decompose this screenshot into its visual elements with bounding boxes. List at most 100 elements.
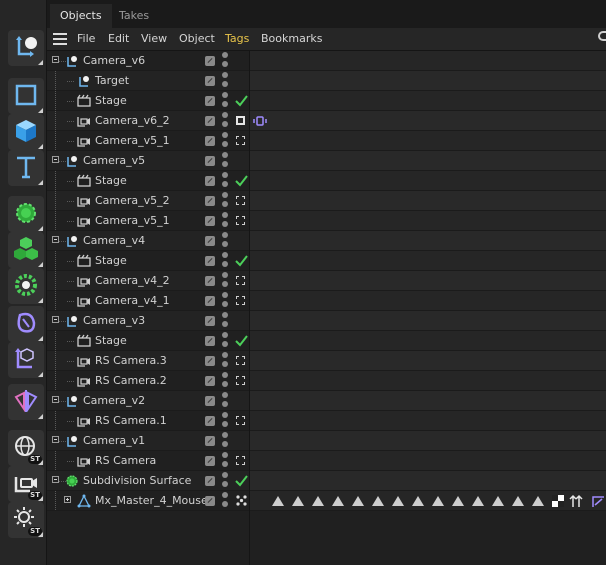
object-row-tags-cell[interactable] [249,411,606,430]
vibrate-tag-icon[interactable] [253,114,267,128]
material-tag-icon[interactable] [531,494,545,508]
visibility-dots[interactable] [222,172,228,188]
object-name[interactable]: Mx_Master_4_Mouse [95,494,208,507]
connector-tool[interactable] [8,342,44,378]
object-row[interactable]: Camera_v6_2 [47,111,606,131]
object-row-tags-cell[interactable] [249,371,606,390]
object-row[interactable]: Camera_v2 [47,391,606,411]
object-row-tags-cell[interactable] [249,351,606,370]
object-row-name-cell[interactable]: Camera_v2 [47,391,249,410]
object-name[interactable]: Camera_v4_1 [95,294,170,307]
object-row-tags-cell[interactable] [249,291,606,310]
purple-tag-icon[interactable] [591,494,605,508]
menu-file[interactable]: File [77,32,95,45]
target-tag-icon[interactable] [236,456,245,465]
object-row-tags-cell[interactable] [249,191,606,210]
object-row[interactable]: Camera_v5_1 [47,131,606,151]
object-row[interactable]: Camera_v5 [47,151,606,171]
object-row-tags-cell[interactable] [249,451,606,470]
material-tag-icon[interactable] [411,494,425,508]
object-row-tags-cell[interactable] [249,231,606,250]
object-row-name-cell[interactable]: Camera_v5_2 [47,191,249,210]
object-row-tags-cell[interactable] [249,151,606,170]
layer-edit-icon[interactable] [205,76,215,86]
layer-edit-icon[interactable] [205,356,215,366]
target-tag-icon[interactable] [236,296,245,305]
object-name[interactable]: Subdivision Surface [83,474,191,487]
layer-edit-icon[interactable] [205,116,215,126]
material-tag-icon[interactable] [471,494,485,508]
object-row[interactable]: RS Camera.3 [47,351,606,371]
object-row-name-cell[interactable]: RS Camera [47,451,249,470]
light-tool[interactable]: ST [8,502,44,538]
target-tag-icon[interactable] [236,376,245,385]
expand-toggle-icon[interactable] [52,396,59,403]
tab-takes[interactable]: Takes [109,4,159,28]
visibility-dots[interactable] [222,52,228,68]
layer-edit-icon[interactable] [205,56,215,66]
target-tag-icon[interactable] [236,356,245,365]
visibility-dots[interactable] [222,192,228,208]
visibility-dots[interactable] [222,472,228,488]
object-row[interactable]: Mx_Master_4_Mouse [47,491,606,511]
object-row-tags-cell[interactable] [249,131,606,150]
layer-edit-icon[interactable] [205,136,215,146]
material-tag-icon[interactable] [331,494,345,508]
layer-edit-icon[interactable] [205,296,215,306]
layer-edit-icon[interactable] [205,236,215,246]
layer-edit-icon[interactable] [205,496,215,506]
object-name[interactable]: Camera_v1 [83,434,145,447]
enabled-check-icon[interactable] [235,174,248,187]
expand-toggle-icon[interactable] [64,496,71,503]
material-tag-icon[interactable] [371,494,385,508]
object-name[interactable]: RS Camera.1 [95,414,167,427]
object-row[interactable]: RS Camera.2 [47,371,606,391]
object-name[interactable]: Target [95,74,129,87]
expand-toggle-icon[interactable] [52,476,59,483]
object-row-tags-cell[interactable] [249,91,606,110]
object-row-tags-cell[interactable] [249,271,606,290]
expand-toggle-icon[interactable] [52,156,59,163]
menu-tags[interactable]: Tags [225,32,249,45]
object-row[interactable]: Stage [47,91,606,111]
visibility-dots[interactable] [222,332,228,348]
subdivision-tool[interactable] [8,196,44,232]
object-row-tags-cell[interactable] [249,491,606,510]
tab-objects[interactable]: Objects [50,4,112,28]
object-row-name-cell[interactable]: Subdivision Surface [47,471,249,490]
object-row[interactable]: RS Camera.1 [47,411,606,431]
target-tag-icon[interactable] [236,216,245,225]
object-row-name-cell[interactable]: RS Camera.3 [47,351,249,370]
visibility-dots[interactable] [222,92,228,108]
object-row[interactable]: Camera_v3 [47,311,606,331]
layer-edit-icon[interactable] [205,96,215,106]
object-name[interactable]: Camera_v4 [83,234,145,247]
object-row-tags-cell[interactable] [249,431,606,450]
active-camera-tag-icon[interactable] [236,116,245,125]
object-row[interactable]: Camera_v5_1 [47,211,606,231]
object-row-name-cell[interactable]: Camera_v1 [47,431,249,450]
object-row-name-cell[interactable]: RS Camera.2 [47,371,249,390]
object-row[interactable]: Camera_v5_2 [47,191,606,211]
object-row-name-cell[interactable]: RS Camera.1 [47,411,249,430]
search-icon[interactable] [598,31,606,41]
object-row-name-cell[interactable]: Mx_Master_4_Mouse [47,491,249,510]
object-name[interactable]: Camera_v6_2 [95,114,170,127]
target-tag-icon[interactable] [236,416,245,425]
object-name[interactable]: RS Camera.2 [95,374,167,387]
object-row-name-cell[interactable]: Camera_v6 [47,51,249,70]
visibility-dots[interactable] [222,292,228,308]
visibility-dots[interactable] [222,312,228,328]
object-row[interactable]: RS Camera [47,451,606,471]
dots-tag-icon[interactable] [235,494,248,507]
object-row-name-cell[interactable]: Stage [47,171,249,190]
effector-tool[interactable] [8,268,44,304]
object-row-name-cell[interactable]: Target [47,71,249,90]
object-row-tags-cell[interactable] [249,331,606,350]
visibility-dots[interactable] [222,392,228,408]
object-row-name-cell[interactable]: Camera_v5_1 [47,131,249,150]
null-axis-tool[interactable] [8,30,44,66]
menu-edit[interactable]: Edit [108,32,129,45]
menu-object[interactable]: Object [179,32,215,45]
object-row[interactable]: Stage [47,331,606,351]
